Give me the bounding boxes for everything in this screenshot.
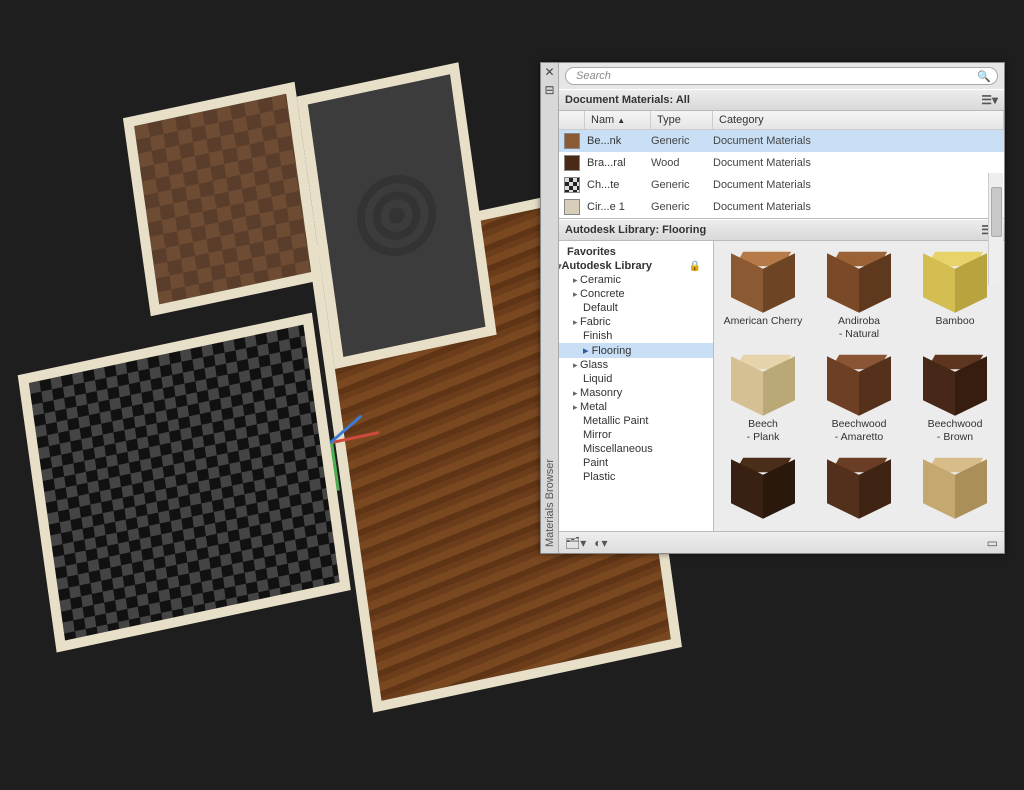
tree-item[interactable]: Plastic <box>559 470 713 484</box>
document-materials-table: Nam ▲ Type Category Be...nkGenericDocume… <box>559 111 1004 219</box>
library-header: Autodesk Library: Flooring ☰▾ <box>559 219 1004 241</box>
move-gizmo[interactable] <box>285 393 375 489</box>
table-header[interactable]: Nam ▲ Type Category <box>559 111 1004 130</box>
tree-item[interactable]: Miscellaneous <box>559 442 713 456</box>
table-row[interactable]: Be...nkGenericDocument Materials <box>559 130 1004 152</box>
expand-icon[interactable]: ▭ <box>987 536 998 550</box>
material-thumbnail[interactable]: Andiroba- Natural <box>814 247 904 340</box>
material-thumbnail[interactable]: Bamboo <box>910 247 1000 340</box>
table-scrollbar[interactable] <box>988 173 1003 285</box>
material-thumbnail[interactable]: American Cherry <box>718 247 808 340</box>
panel-tab-strip: ✕ ⊟ Materials Browser <box>541 63 559 553</box>
material-thumbnail[interactable] <box>718 453 808 521</box>
materials-browser-panel: ✕ ⊟ Materials Browser Search 🔍 Document … <box>540 62 1005 554</box>
tree-item[interactable]: Metal <box>559 400 713 414</box>
tree-root[interactable]: Autodesk Library🔒 <box>559 259 713 273</box>
tree-item[interactable]: Mirror <box>559 428 713 442</box>
search-input[interactable]: Search 🔍 <box>565 67 998 85</box>
library-tree: Favorites Autodesk Library🔒 CeramicConcr… <box>559 241 714 531</box>
panel-title: Materials Browser <box>544 459 556 547</box>
material-thumbnail[interactable]: Beechwood- Brown <box>910 350 1000 443</box>
tree-item[interactable]: Concrete <box>559 287 713 301</box>
tree-favorites[interactable]: Favorites <box>559 245 713 259</box>
tree-item[interactable]: Fabric <box>559 315 713 329</box>
material-thumbnails: American Cherry Andiroba- Natural Bamboo… <box>714 241 1004 531</box>
search-icon: 🔍 <box>977 70 991 83</box>
manage-icon[interactable]: 🗂▾ <box>565 536 586 550</box>
search-row: Search 🔍 <box>559 63 1004 89</box>
tree-item[interactable]: Default <box>559 301 713 315</box>
tree-item[interactable]: Flooring <box>559 343 713 358</box>
material-thumbnail[interactable]: Beech- Plank <box>718 350 808 443</box>
tree-item[interactable]: Finish <box>559 329 713 343</box>
material-thumbnail[interactable] <box>814 453 904 521</box>
tree-item[interactable]: Liquid <box>559 372 713 386</box>
tree-item[interactable]: Paint <box>559 456 713 470</box>
close-icon[interactable]: ✕ <box>544 63 554 81</box>
create-material-icon[interactable]: ◐▾ <box>594 536 607 550</box>
table-row[interactable]: Cir...e 1GenericDocument Materials <box>559 196 1004 218</box>
tree-item[interactable]: Ceramic <box>559 273 713 287</box>
lock-icon: 🔒 <box>689 261 701 272</box>
table-row[interactable]: Ch...teGenericDocument Materials <box>559 174 1004 196</box>
panel-footer: 🗂▾ ◐▾ ▭ <box>559 531 1004 553</box>
pin-icon[interactable]: ⊟ <box>544 81 554 99</box>
material-thumbnail[interactable] <box>910 453 1000 521</box>
material-thumbnail[interactable]: Beechwood- Amaretto <box>814 350 904 443</box>
table-row[interactable]: Bra...ralWoodDocument Materials <box>559 152 1004 174</box>
tree-item[interactable]: Glass <box>559 358 713 372</box>
list-options-icon[interactable]: ☰▾ <box>981 93 998 107</box>
tree-item[interactable]: Masonry <box>559 386 713 400</box>
document-materials-header: Document Materials: All ☰▾ <box>559 89 1004 111</box>
tree-item[interactable]: Metallic Paint <box>559 414 713 428</box>
